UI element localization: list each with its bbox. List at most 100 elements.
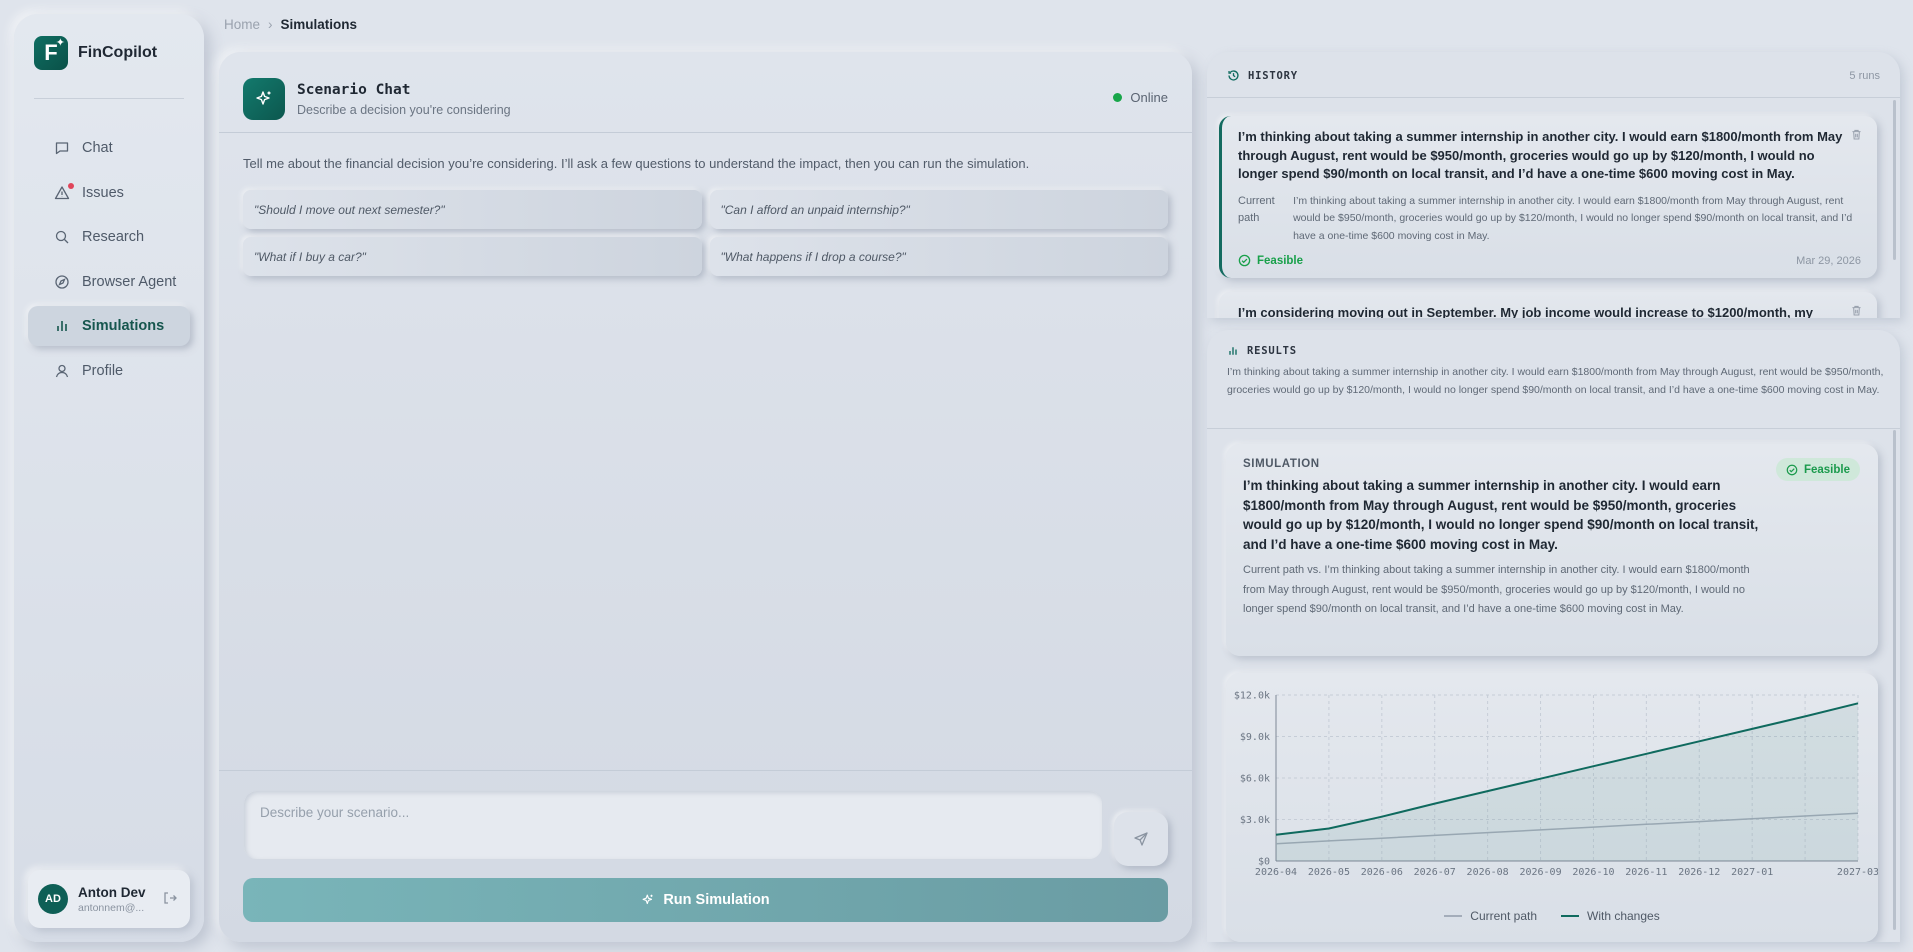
x-tick-label: 2026-10 (1572, 867, 1614, 878)
sparkle-icon: ✦ (55, 37, 65, 49)
divider (34, 98, 184, 99)
check-circle-icon (1786, 464, 1798, 475)
scenario-input[interactable] (243, 790, 1103, 860)
x-tick-label: 2026-12 (1678, 867, 1720, 878)
history-item-label: Current path (1238, 194, 1275, 224)
x-tick-label: 2026-08 (1467, 867, 1509, 878)
run-simulation-button[interactable]: Run Simulation (243, 878, 1168, 922)
sidebar-item-chat[interactable]: Chat (28, 128, 190, 168)
sidebar-item-simulations[interactable]: Simulations (28, 306, 190, 346)
x-tick-label: 2026-05 (1308, 867, 1350, 878)
trash-icon[interactable] (1850, 304, 1863, 317)
compass-icon (55, 274, 69, 289)
results-heading: RESULTS (1227, 345, 1297, 357)
breadcrumb-separator: › (268, 17, 273, 32)
divider (1207, 97, 1900, 98)
check-circle-icon (1238, 254, 1251, 267)
run-simulation-label: Run Simulation (663, 892, 770, 908)
breadcrumb-current: Simulations (280, 17, 358, 32)
history-item-date: Mar 29, 2026 (1796, 254, 1861, 267)
user-email: antonnem@... (78, 901, 145, 914)
sparkle-icon (243, 78, 285, 120)
history-item-title: I’m thinking about taking a summer inter… (1238, 129, 1843, 181)
legend-swatch (1444, 915, 1463, 917)
series-area-with-changes (1276, 703, 1858, 861)
sidebar-item-profile[interactable]: Profile (28, 351, 190, 391)
x-tick-label: 2026-07 (1414, 867, 1456, 878)
status-badge: Feasible (1775, 458, 1860, 481)
brand[interactable]: F ✦ FinCopilot (34, 36, 157, 70)
history-item-title: I’m considering moving out in September.… (1238, 305, 1814, 318)
chat-subtitle: Describe a decision you're considering (297, 102, 511, 117)
x-tick-label: 2026-06 (1361, 867, 1403, 878)
divider (219, 770, 1192, 771)
brand-name: FinCopilot (78, 44, 158, 61)
y-tick-label: $6.0k (1240, 774, 1270, 785)
results-panel: RESULTS I’m thinking about taking a summ… (1207, 330, 1900, 942)
simulation-line-chart: $0 $3.0k $6.0k $9.0k $12.0k 2026-04 2026-05 202… (1234, 691, 1879, 879)
suggestion-chip[interactable]: "What happens if I drop a course?" (709, 237, 1168, 276)
status-label: Online (1130, 90, 1168, 105)
suggestion-chip[interactable]: "Should I move out next semester?" (243, 190, 702, 229)
y-tick-label: $9.0k (1240, 732, 1270, 743)
breadcrumb-home[interactable]: Home (224, 17, 260, 32)
history-item-description: I’m thinking about taking a summer inter… (1293, 194, 1853, 242)
suggestion-chip[interactable]: "What if I buy a car?" (243, 237, 702, 276)
x-tick-label: 2026-09 (1519, 867, 1561, 878)
trash-icon[interactable] (1850, 128, 1863, 141)
suggestion-chip[interactable]: "Can I afford an unpaid internship?" (709, 190, 1168, 229)
results-subtitle: I’m thinking about taking a summer inter… (1227, 366, 1884, 396)
suggestion-list: "Should I move out next semester?" "Can … (243, 190, 1168, 276)
x-tick-label: 2026-11 (1625, 867, 1667, 878)
sidebar-item-label: Issues (82, 184, 124, 201)
user-card[interactable]: AD Anton Dev antonnem@... (28, 870, 190, 928)
history-heading-label: HISTORY (1248, 69, 1298, 82)
history-heading: HISTORY (1227, 69, 1298, 82)
sidebar-item-label: Simulations (82, 318, 165, 334)
divider (219, 132, 1192, 133)
legend-swatch (1561, 915, 1579, 917)
sidebar-item-issues[interactable]: Issues (28, 173, 190, 213)
feasible-status: Feasible (1238, 254, 1303, 267)
x-tick-label: 2027-03 (1837, 867, 1878, 878)
feasible-label: Feasible (1257, 254, 1304, 267)
y-tick-label: $0 (1258, 857, 1270, 868)
sidebar-item-label: Research (82, 229, 145, 245)
scenario-chat-panel: Scenario Chat Describe a decision you're… (219, 52, 1192, 942)
user-icon (55, 364, 69, 377)
history-scrollbar[interactable] (1893, 100, 1896, 260)
simulation-label: SIMULATION (1243, 458, 1320, 470)
history-panel: HISTORY 5 runs I’m thinking about taking… (1207, 52, 1900, 318)
sidebar-item-browser-agent[interactable]: Browser Agent (28, 262, 190, 302)
logout-icon[interactable] (162, 890, 178, 906)
divider (1207, 428, 1900, 429)
notification-dot (68, 182, 74, 189)
legend-label: With changes (1587, 909, 1660, 923)
chart-legend: Current path With changes (1226, 909, 1878, 923)
legend-item-with-changes[interactable]: With changes (1561, 909, 1660, 923)
status-badge-label: Feasible (1803, 463, 1850, 476)
sidebar: F ✦ FinCopilot Chat Issues Research Brow… (14, 14, 204, 942)
legend-item-current-path[interactable]: Current path (1444, 909, 1537, 923)
brand-logo: F ✦ (34, 36, 68, 70)
results-heading-label: RESULTS (1247, 345, 1297, 357)
sidebar-item-research[interactable]: Research (28, 217, 190, 257)
send-icon (1134, 832, 1148, 846)
sparkle-icon (642, 894, 653, 905)
chat-header: Scenario Chat Describe a decision you're… (243, 74, 1168, 124)
results-scrollbar[interactable] (1893, 430, 1896, 930)
chat-icon (55, 142, 69, 155)
breadcrumb: Home › Simulations (224, 17, 357, 32)
x-tick-label: 2027-01 (1731, 867, 1773, 878)
bar-chart-icon (57, 321, 67, 331)
history-item[interactable]: I’m considering moving out in September.… (1219, 292, 1877, 318)
send-button[interactable] (1114, 812, 1168, 866)
simulation-card: SIMULATION I’m thinking about taking a s… (1226, 444, 1878, 656)
bar-chart-icon (1229, 347, 1237, 355)
online-status: Online (1113, 90, 1168, 105)
status-dot (1113, 93, 1123, 102)
sidebar-nav: Chat Issues Research Browser Agent Simul… (28, 128, 190, 395)
simulation-chart-card: $0 $3.0k $6.0k $9.0k $12.0k 2026-04 2026-05 202… (1226, 673, 1879, 942)
history-item[interactable]: I’m thinking about taking a summer inter… (1219, 116, 1877, 278)
chat-title: Scenario Chat (297, 81, 411, 98)
